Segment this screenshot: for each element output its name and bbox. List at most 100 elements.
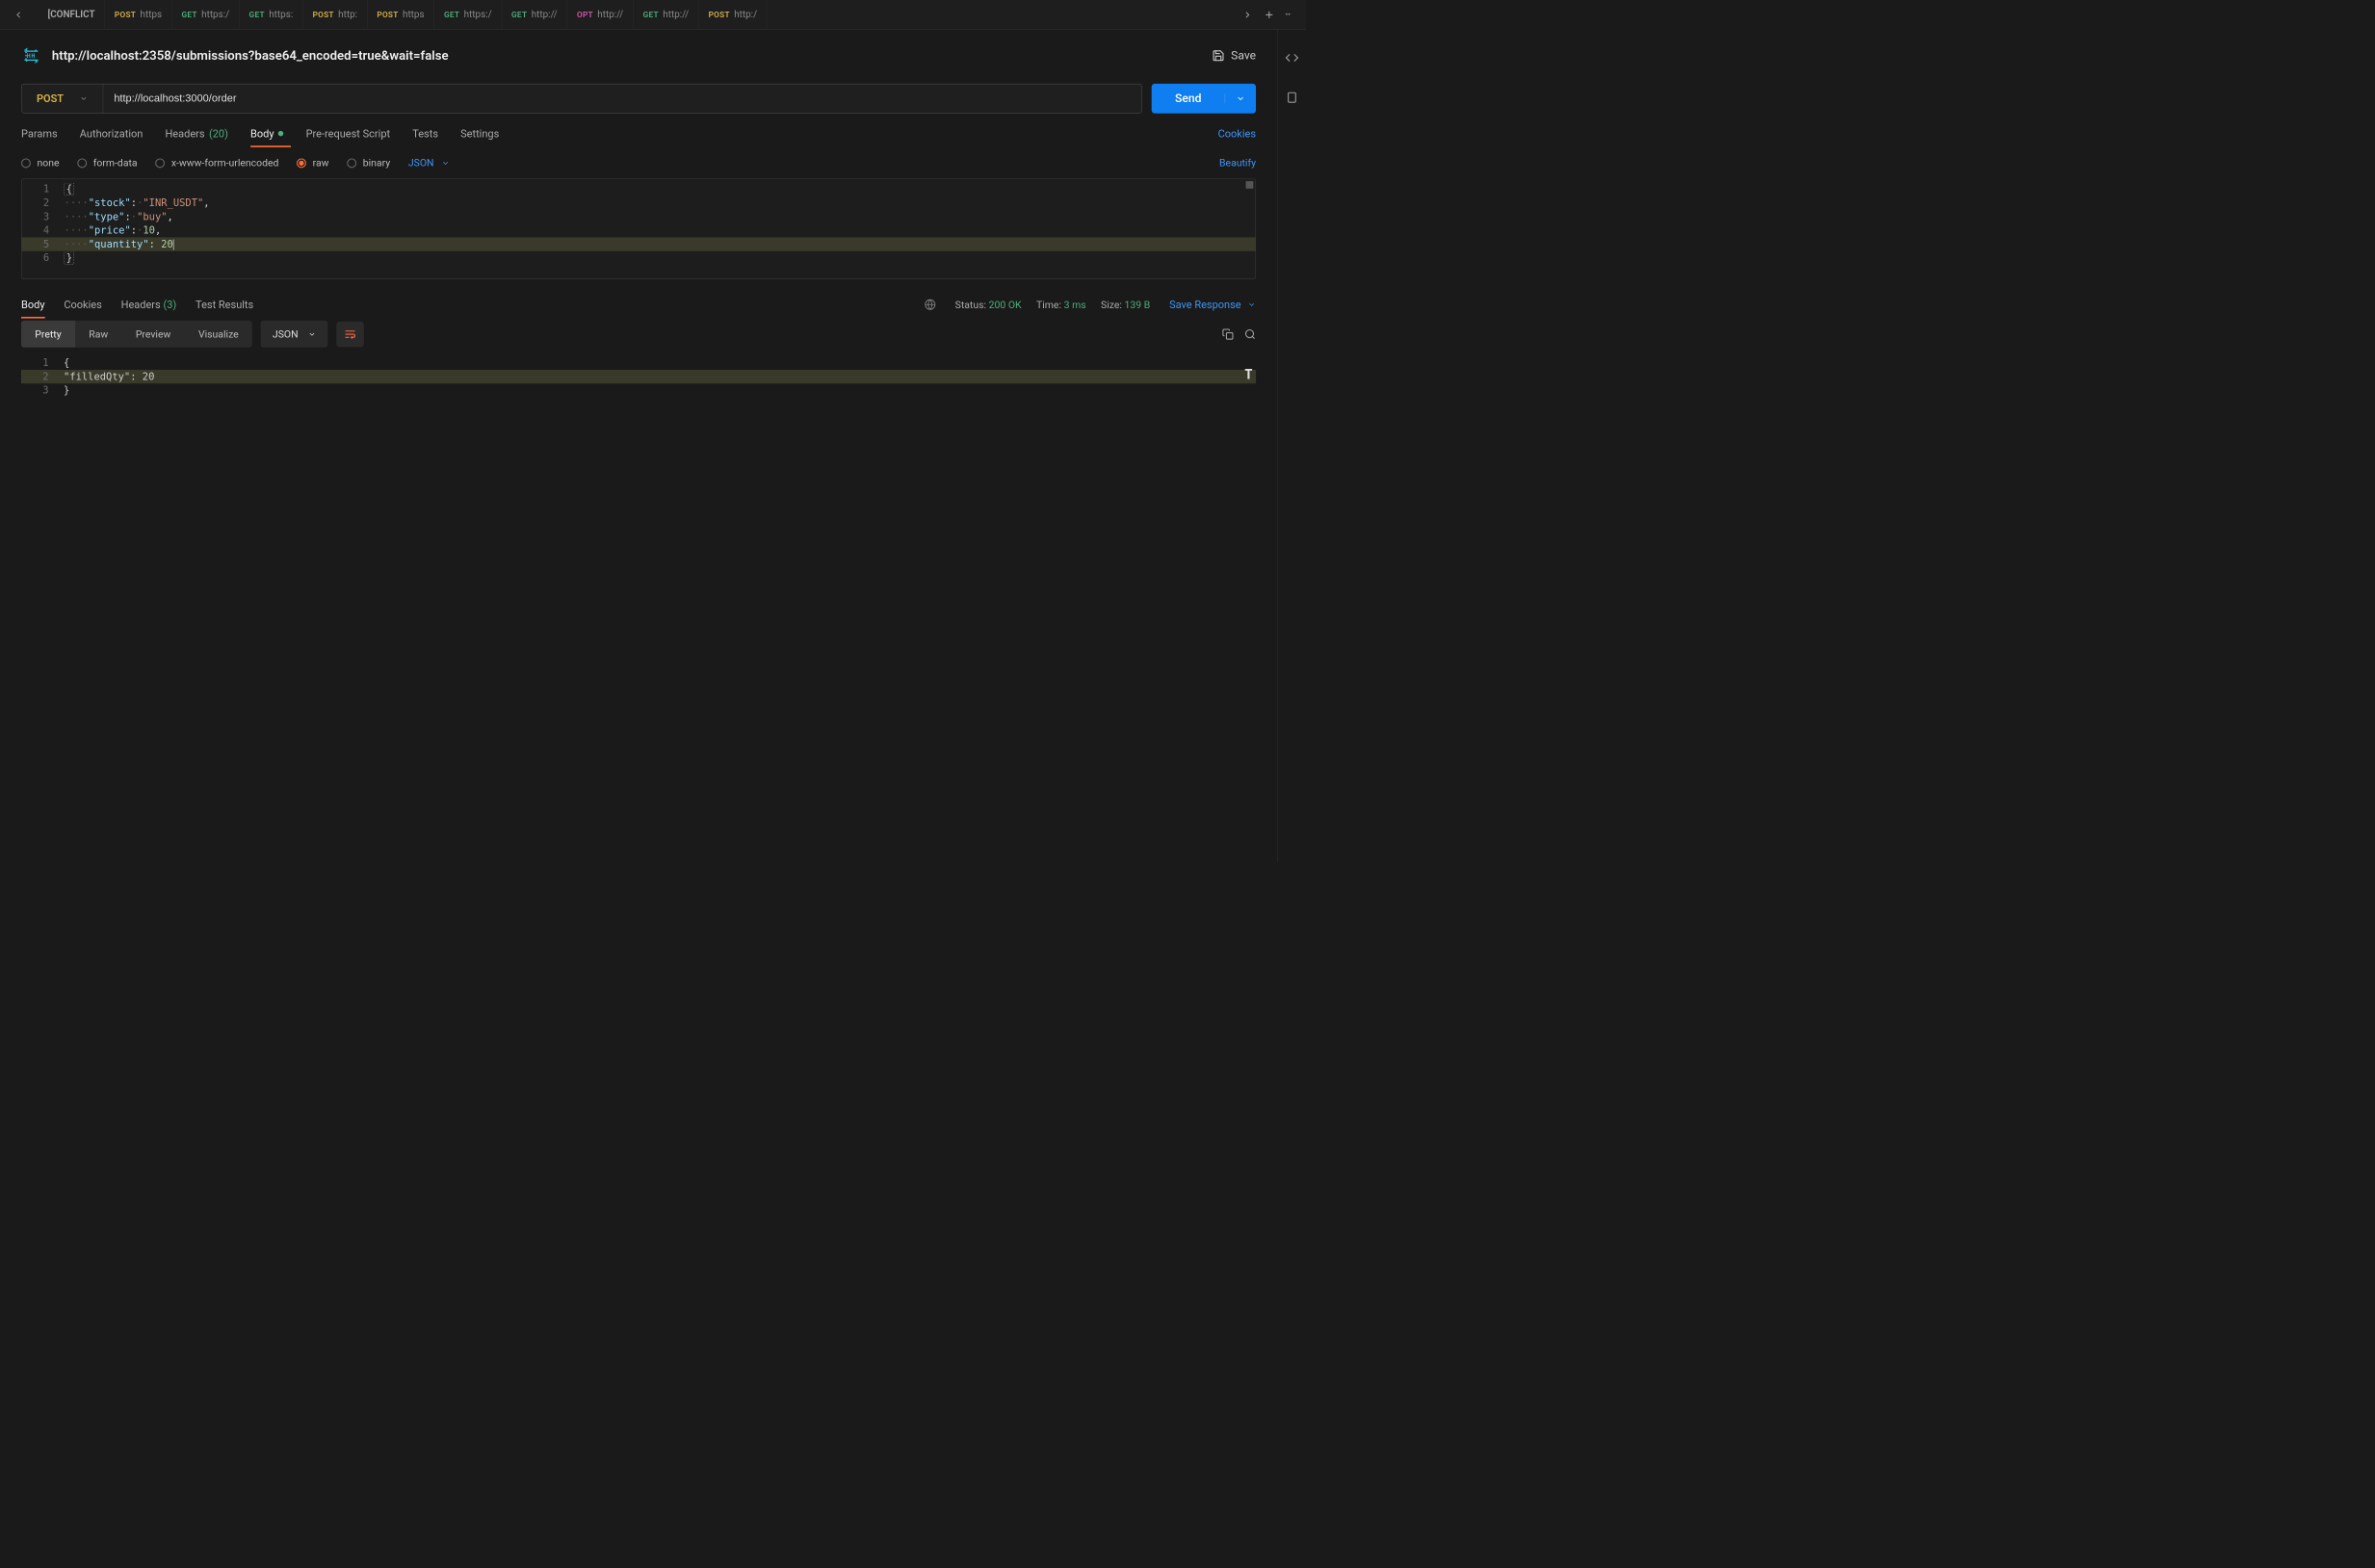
tab-prerequest[interactable]: Pre-request Script (306, 127, 391, 140)
response-meta: Status: 200 OK Time: 3 ms Size: 139 B (955, 299, 1151, 311)
body-lang-select[interactable]: JSON (408, 157, 450, 170)
request-body-editor[interactable]: 1{ 2····"stock":·"INR_USDT", 3····"type"… (21, 178, 1256, 279)
body-lang-label: JSON (408, 157, 434, 170)
radio-label: none (38, 157, 60, 170)
tab-label: http:/ (734, 9, 757, 20)
response-lang-select[interactable]: JSON (261, 321, 328, 348)
new-tab-button[interactable] (1264, 9, 1275, 20)
resp-tab-cookies[interactable]: Cookies (64, 299, 101, 311)
nav-back-button[interactable] (6, 4, 33, 25)
code-icon[interactable] (1285, 51, 1298, 65)
tab-settings[interactable]: Settings (460, 127, 499, 140)
radio-icon (77, 158, 87, 168)
method-select[interactable]: POST (22, 84, 104, 113)
radio-none[interactable]: none (21, 157, 60, 170)
radio-icon (155, 158, 165, 168)
wrap-lines-button[interactable] (336, 322, 364, 347)
tab-method: POST (313, 10, 334, 19)
tab-overflow-icon[interactable]: •• (1286, 11, 1291, 19)
tab-5[interactable]: GET https:/ (434, 0, 502, 30)
tab-3[interactable]: POST http: (303, 0, 368, 30)
tab-method: POST (115, 10, 136, 19)
tab-authorization[interactable]: Authorization (80, 127, 144, 140)
globe-icon[interactable] (925, 299, 936, 310)
tabs-scroll-right-icon[interactable] (1242, 10, 1253, 20)
resp-headers-label: Headers (121, 299, 161, 311)
title-row: http://localhost:2358/submissions?base64… (21, 45, 1256, 65)
method-label: POST (37, 92, 64, 105)
send-dropdown[interactable] (1225, 93, 1256, 103)
tab-9[interactable]: POSThttp:/ (699, 0, 768, 30)
radio-binary[interactable]: binary (347, 157, 390, 170)
resp-tab-body[interactable]: Body (21, 299, 45, 311)
size-label: Size: (1101, 299, 1122, 311)
resp-tab-tests[interactable]: Test Results (196, 299, 253, 311)
view-raw[interactable]: Raw (75, 321, 122, 348)
tab-method: GET (511, 10, 527, 19)
tab-method: GET (181, 10, 196, 19)
tab-method: POST (377, 10, 398, 19)
tab-1[interactable]: GEThttps:/ (172, 0, 240, 30)
tab-label: http: (338, 9, 357, 20)
document-icon[interactable] (1286, 91, 1298, 104)
tab-body[interactable]: Body (250, 127, 283, 140)
resp-tab-headers[interactable]: Headers (3) (121, 299, 177, 311)
body-type-row: none form-data x-www-form-urlencoded raw… (21, 157, 1256, 170)
time-label: Time: (1036, 299, 1061, 311)
response-lang-label: JSON (273, 327, 299, 340)
tab-label: https:/ (464, 9, 492, 20)
tab-8[interactable]: GET http:// (634, 0, 699, 30)
tab-4[interactable]: POSThttps (368, 0, 435, 30)
radio-x-www-form[interactable]: x-www-form-urlencoded (155, 157, 278, 170)
view-visualize[interactable]: Visualize (185, 321, 252, 348)
radio-label: x-www-form-urlencoded (171, 157, 279, 170)
tab-headers[interactable]: Headers (20) (165, 127, 227, 140)
cookies-link[interactable]: Cookies (1218, 127, 1256, 140)
radio-raw[interactable]: raw (297, 157, 328, 170)
save-button[interactable]: Save (1212, 49, 1256, 63)
view-preview[interactable]: Preview (122, 321, 185, 348)
response-body-editor[interactable]: 1{ 2 "filledQty": 20 3} T (21, 353, 1256, 862)
headers-count: (20) (209, 127, 228, 140)
radio-form-data[interactable]: form-data (77, 157, 137, 170)
tab-params[interactable]: Params (21, 127, 58, 140)
send-button[interactable]: Send (1152, 84, 1256, 114)
radio-label: binary (363, 157, 390, 170)
tab-tests[interactable]: Tests (412, 127, 438, 140)
editor-minimap (1246, 181, 1254, 189)
tab-method: GET (643, 10, 659, 19)
response-tabs: Body Cookies Headers (3) Test Results St… (21, 299, 1256, 311)
request-row: POST Send (21, 84, 1256, 114)
tab-6[interactable]: GEThttp:// (502, 0, 567, 30)
tabs-container: [CONFLICT POSThttps GET https:/ GEThttps:… (32, 0, 1232, 30)
save-response-button[interactable]: Save Response (1169, 299, 1256, 311)
status-label: Status: (955, 299, 986, 311)
save-label: Save (1231, 49, 1256, 63)
view-pretty[interactable]: Pretty (21, 321, 75, 348)
tab-7[interactable]: OPThttp:// (567, 0, 634, 30)
tab-method: OPT (577, 10, 593, 19)
copy-icon[interactable] (1222, 328, 1234, 340)
chevron-down-icon (80, 94, 89, 103)
tab-0[interactable]: POSThttps (105, 0, 172, 30)
line-number: 6 (22, 252, 65, 264)
main-panel: http://localhost:2358/submissions?base64… (0, 30, 1277, 863)
status-value: 200 OK (989, 299, 1022, 311)
send-label: Send (1152, 91, 1225, 105)
save-icon (1212, 49, 1224, 62)
save-response-label: Save Response (1169, 299, 1241, 311)
radio-icon (21, 158, 31, 168)
tab-label: http:// (663, 9, 689, 20)
tab-2[interactable]: GEThttps: (240, 0, 303, 30)
line-number: 5 (22, 239, 65, 250)
tab-end-controls: •• (1232, 9, 1301, 20)
tab-method: GET (444, 10, 459, 19)
chevron-down-icon (1247, 301, 1256, 309)
search-icon[interactable] (1244, 328, 1256, 340)
request-tabs: Params Authorization Headers (20) Body P… (21, 127, 1256, 140)
url-input[interactable] (103, 84, 1141, 113)
line-number: 4 (22, 224, 65, 236)
beautify-link[interactable]: Beautify (1219, 157, 1256, 170)
tab-conflict[interactable]: [CONFLICT (32, 0, 105, 30)
http-icon (21, 45, 41, 65)
